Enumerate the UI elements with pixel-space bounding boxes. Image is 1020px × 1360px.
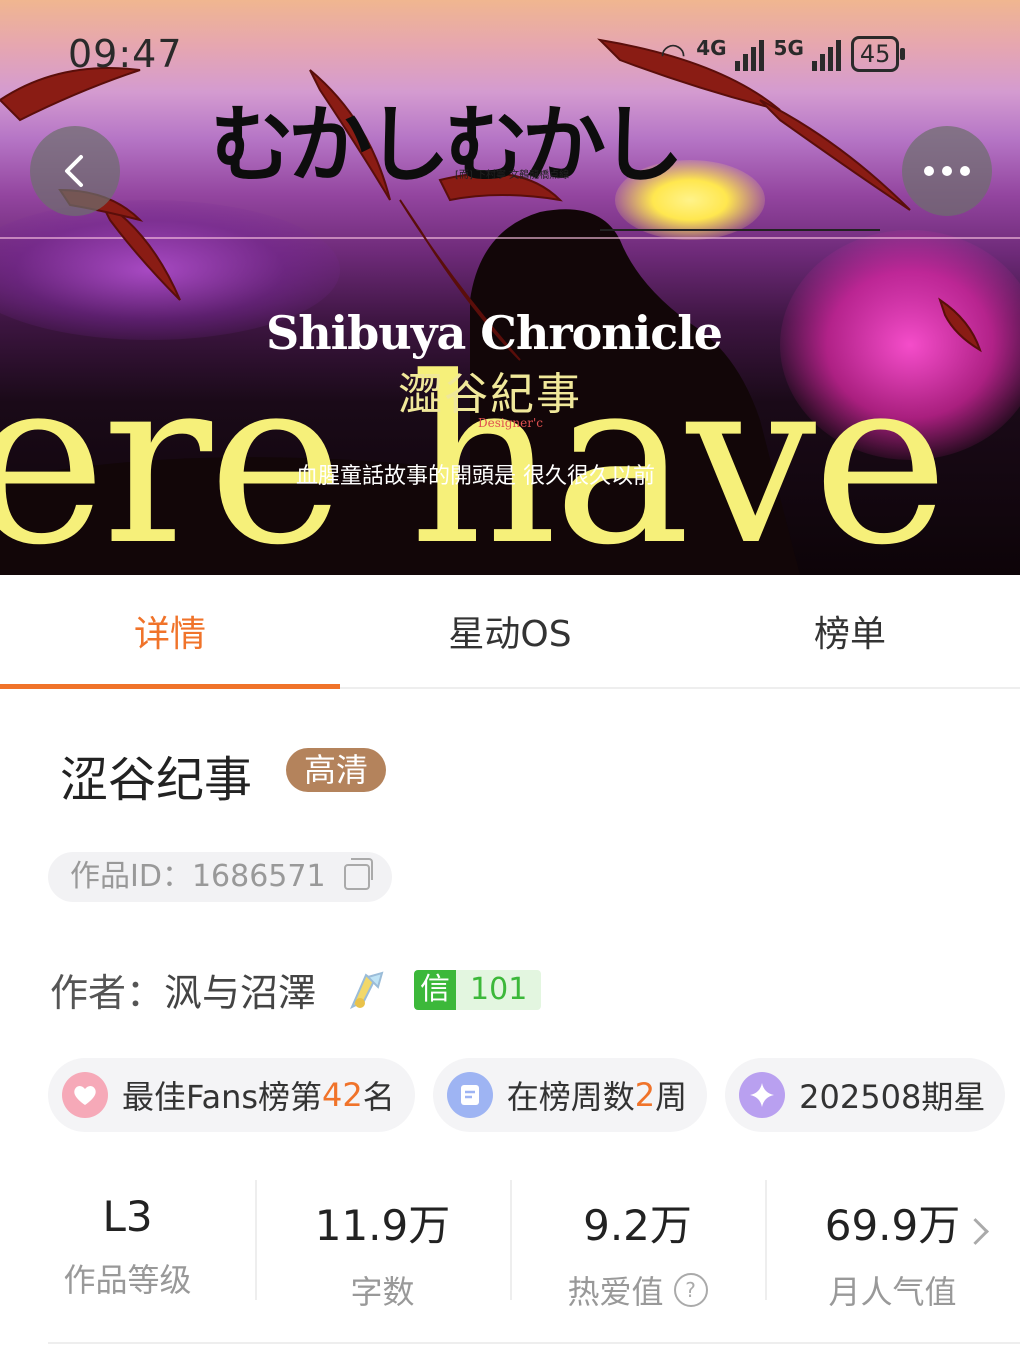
author-label: 作者： [50, 971, 165, 1015]
chip-fans-rank-text: 最佳Fans榜第 [122, 1078, 323, 1116]
chip-weeks-on-chart[interactable]: 在榜周数 2 周 [432, 1058, 708, 1132]
cover-banner: 09:47 ◠ 4G 5G 45 むかしむかし [而] 下村寧 文鶴龍橋点線 e… [0, 0, 1020, 575]
status-time: 09:47 [68, 32, 183, 76]
stat-monthly-popularity-label: 月人气值 [828, 1273, 957, 1311]
signal-4g-icon [734, 37, 764, 71]
work-title: 涩谷纪事 [60, 752, 253, 808]
stat-level-value: L3 [102, 1192, 153, 1241]
quality-badge: 高清 [286, 748, 387, 792]
more-horizontal-icon [924, 166, 970, 176]
stat-word-count: 11.9万 字数 [255, 1180, 510, 1311]
stat-love-value: 9.2万 热爱值? [510, 1180, 765, 1311]
credit-badge: 信 101 [414, 969, 542, 1010]
chip-period-star-text: 202508期星 [799, 1078, 986, 1116]
stat-word-count-value: 11.9万 [314, 1201, 451, 1250]
honor-chips: 最佳Fans榜第 42 名 在榜周数 2 周 202508期星 [48, 1058, 1006, 1132]
author-level-badge-icon [350, 971, 384, 1009]
heart-icon [62, 1072, 108, 1118]
cover-jp-subtitle: [而] 下村寧 文鶴龍橋点線 [455, 170, 570, 181]
network-4g-label: 4G [696, 36, 727, 60]
tab-bar: 详情 星动OS 榜单 [0, 575, 1020, 689]
stat-monthly-popularity-value: 69.9万 [824, 1201, 961, 1250]
back-button[interactable] [30, 126, 120, 216]
network-5g-label: 5G [773, 36, 804, 60]
chip-period-star[interactable]: 202508期星 [725, 1058, 1006, 1132]
star-icon [739, 1072, 786, 1118]
divider [48, 1342, 1020, 1344]
stat-level: L3 作品等级 [0, 1180, 255, 1300]
author-row: 作者： 沨与沼澤 信 101 [50, 962, 542, 1017]
stat-love-value-value: 9.2万 [583, 1201, 692, 1250]
tab-rankings[interactable]: 榜单 [680, 575, 1020, 687]
chip-weeks-number: 2 [634, 1076, 656, 1114]
list-icon [446, 1072, 493, 1118]
battery-icon: 45 [850, 36, 905, 72]
more-button[interactable] [902, 126, 992, 216]
work-id-pill[interactable]: 作品ID：1686571 [48, 852, 392, 902]
copy-icon[interactable] [343, 858, 373, 890]
stat-level-label: 作品等级 [63, 1261, 192, 1299]
tab-xingdong-os[interactable]: 星动OS [340, 575, 680, 687]
status-icons: ◠ 4G 5G 45 [660, 36, 905, 72]
stat-love-value-label: 热爱值 [567, 1273, 664, 1311]
stats-row[interactable]: L3 作品等级 11.9万 字数 9.2万 热爱值? 69.9万 月人气值 [0, 1180, 1020, 1311]
chip-weeks-suffix: 周 [655, 1078, 688, 1116]
signal-5g-icon [811, 37, 841, 71]
wifi-icon: ◠ [660, 36, 687, 72]
cover-cn-title: 澀谷紀事 [398, 369, 582, 420]
chip-fans-rank-suffix: 名 [362, 1078, 395, 1116]
tab-details[interactable]: 详情 [0, 575, 340, 689]
stat-word-count-label: 字数 [350, 1273, 415, 1311]
chip-fans-rank-number: 42 [322, 1076, 363, 1114]
stat-monthly-popularity: 69.9万 月人气值 [765, 1180, 1020, 1311]
work-id-text: 作品ID：1686571 [70, 859, 326, 894]
chevron-left-icon [65, 155, 83, 187]
credit-badge-key: 信 [414, 969, 457, 1010]
help-icon[interactable]: ? [673, 1273, 708, 1307]
chip-weeks-text: 在榜周数 [506, 1078, 635, 1116]
chip-fans-rank[interactable]: 最佳Fans榜第 42 名 [48, 1058, 415, 1132]
cover-en-title: Shibuya Chronicle [266, 306, 723, 360]
cover-jp-title: むかしむかし [210, 96, 684, 194]
credit-badge-value: 101 [456, 969, 542, 1010]
cover-tagline: 血腥童話故事的開頭是 很久很久以前 [296, 464, 655, 489]
cover-designer: Designer'c [478, 416, 543, 430]
author-name[interactable]: 沨与沼澤 [164, 962, 316, 1017]
